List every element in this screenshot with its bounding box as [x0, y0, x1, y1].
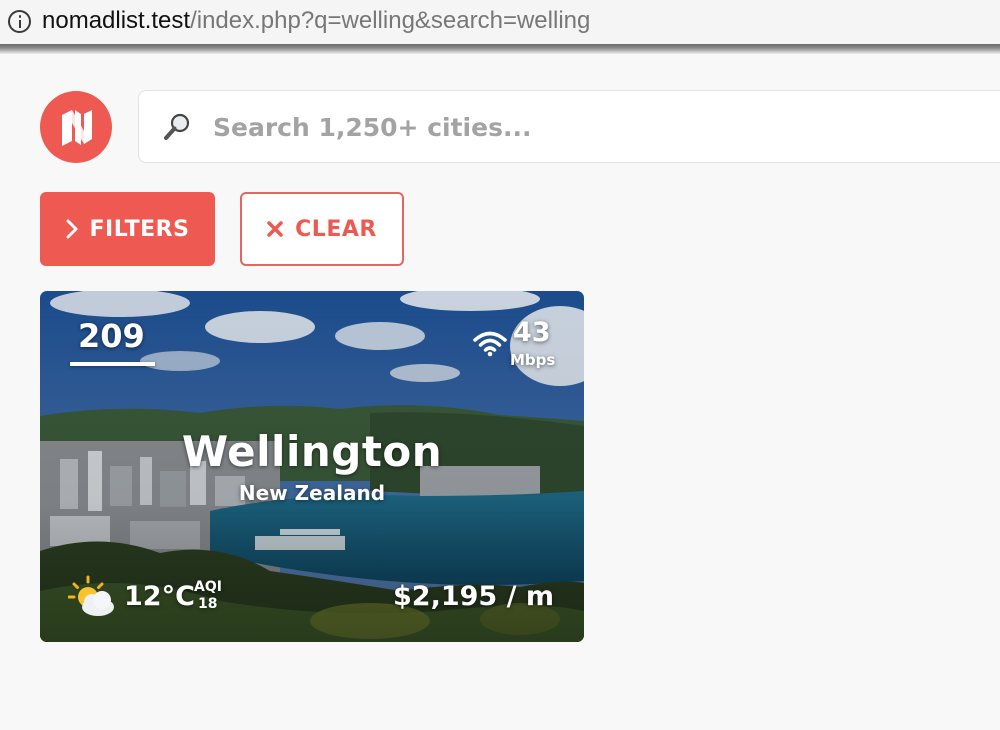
- filters-label: FILTERS: [89, 216, 190, 242]
- city-name: Wellington: [181, 427, 443, 476]
- clear-label: CLEAR: [295, 216, 377, 242]
- country-name: New Zealand: [238, 481, 386, 505]
- map-logo-icon: [62, 110, 92, 146]
- search-box[interactable]: [138, 90, 1000, 163]
- info-icon[interactable]: [8, 10, 31, 33]
- filters-button[interactable]: FILTERS: [40, 192, 215, 266]
- internet-speed: 43: [513, 317, 551, 348]
- nomadlist-logo[interactable]: [40, 91, 112, 163]
- rank-underline: [70, 362, 155, 366]
- sun-cloud-icon: [68, 575, 114, 616]
- url-text[interactable]: nomadlist.test/index.php?q=welling&searc…: [42, 6, 590, 36]
- url-path: /index.php?q=welling&search=welling: [190, 7, 591, 34]
- browser-address-bar[interactable]: nomadlist.test/index.php?q=welling&searc…: [0, 0, 1000, 44]
- clear-button[interactable]: CLEAR: [240, 192, 404, 266]
- temperature: 12°C: [124, 581, 195, 612]
- chevron-right-icon: [66, 219, 78, 239]
- city-rank: 209: [78, 317, 145, 355]
- aqi-label: AQI: [194, 579, 222, 595]
- url-host: nomadlist.test: [42, 7, 191, 34]
- close-icon: [267, 221, 283, 237]
- city-card[interactable]: 209 43 Mbps Wellington New Zealand 12°C …: [40, 291, 584, 642]
- internet-speed-unit: Mbps: [510, 351, 556, 369]
- cost-of-living: $2,195 / m: [393, 581, 554, 612]
- toolbar-divider: [0, 44, 1000, 54]
- wifi-icon: [473, 331, 507, 357]
- aqi-value: 18: [198, 596, 218, 612]
- search-input[interactable]: [213, 107, 973, 147]
- search-icon: [164, 113, 190, 140]
